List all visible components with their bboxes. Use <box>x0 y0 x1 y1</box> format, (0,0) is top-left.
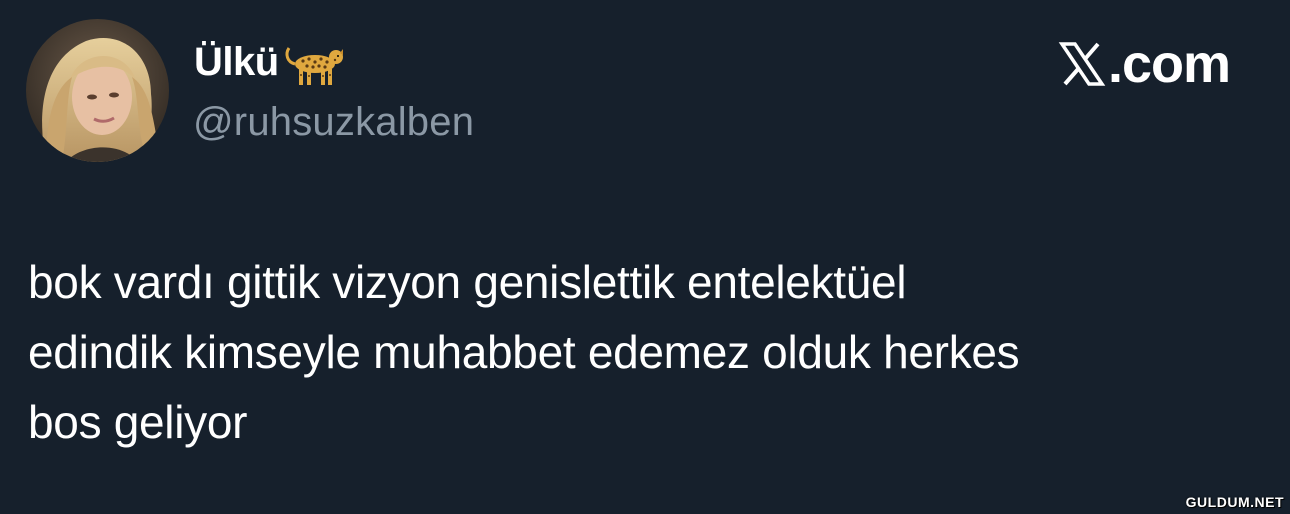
display-name[interactable]: Ülkü <box>194 37 279 87</box>
avatar[interactable] <box>26 19 169 162</box>
brand-domain: .com <box>1107 34 1231 94</box>
leopard-icon <box>283 42 347 88</box>
tweet-card: Ülkü @ruhsuzkalben .com bok vardı gittik… <box>0 0 1290 514</box>
author-name-row: Ülkü <box>194 36 347 88</box>
brand: .com <box>1058 34 1231 94</box>
watermark: GULDUM.NET <box>1185 494 1284 510</box>
x-logo-icon <box>1058 40 1106 88</box>
tweet-line: edindik kimseyle muhabbet edemez olduk h… <box>28 326 1020 378</box>
avatar-image <box>26 19 169 162</box>
tweet-text: bok vardı gittik vizyon genislettik ente… <box>28 247 1258 457</box>
author-handle[interactable]: @ruhsuzkalben <box>193 98 474 146</box>
tweet-line: bos geliyor <box>28 396 248 448</box>
tweet-line: bok vardı gittik vizyon genislettik ente… <box>28 256 907 308</box>
